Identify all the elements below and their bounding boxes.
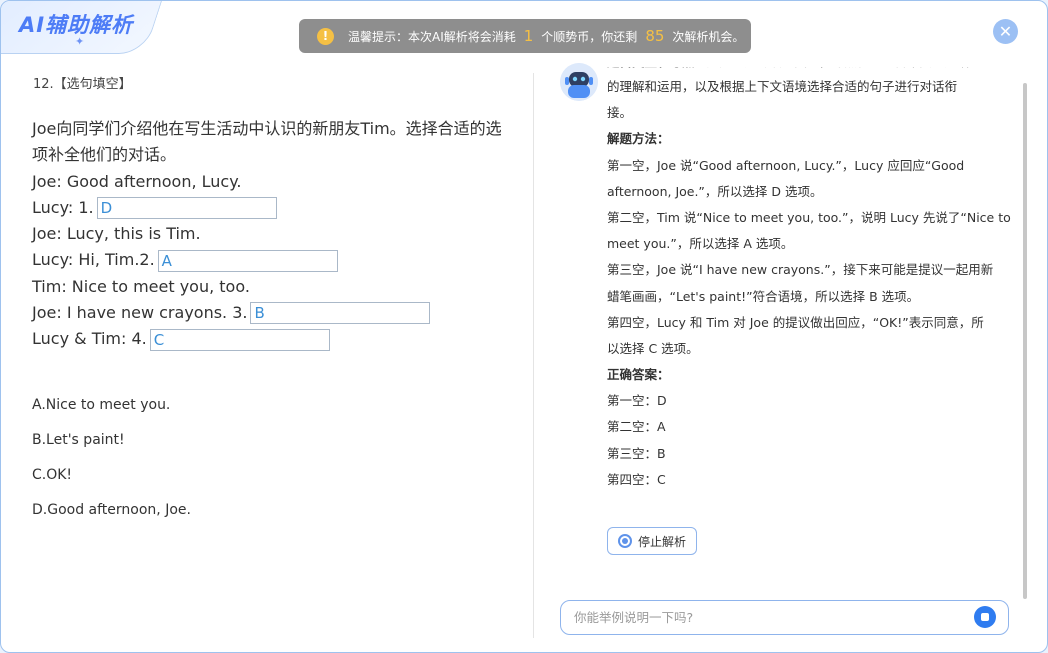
stop-analysis-button[interactable]: 停止解析 xyxy=(607,527,697,555)
blank-4-input[interactable]: C xyxy=(149,328,330,351)
toast-suffix: 次解析机会。 xyxy=(672,29,745,44)
analysis-heading-answer: 正确答案： xyxy=(607,367,670,383)
analysis-line: 第三空，Joe 说“I have new crayons.”，接下来可能是提议一… xyxy=(607,262,994,278)
option-list: A.Nice to meet you. B.Let's paint! C.OK!… xyxy=(32,394,191,534)
analysis-content: 题目类型和考点：此题为选句填空类型，考点在于对日常交际用语 的理解和运用，以及根… xyxy=(607,54,1011,493)
panel-divider xyxy=(533,73,534,638)
option-d: D.Good afternoon, Joe. xyxy=(32,502,191,518)
warning-icon: ! xyxy=(317,27,334,45)
analysis-line: 第二空，Tim 说“Nice to meet you, too.”，说明 Luc… xyxy=(607,209,1011,225)
robot-icon xyxy=(560,63,598,101)
sparkle-icon: ✦ xyxy=(75,35,85,48)
analysis-line: 第四空，Lucy 和 Tim 对 Joe 的提议做出回应，“OK!”表示同意，所 xyxy=(607,314,984,330)
analysis-line: afternoon, Joe.”，所以选择 D 选项。 xyxy=(607,183,823,199)
scroll-fade xyxy=(541,53,1021,67)
stop-icon xyxy=(618,534,632,548)
toast-remaining: 85 xyxy=(645,27,665,45)
analysis-line: 的理解和运用，以及根据上下文语境选择合适的句子进行对话衔 xyxy=(607,79,958,94)
send-button[interactable] xyxy=(974,606,996,628)
question-body: Joe向同学们介绍他在写生活动中认识的新朋友Tim。选择合适的选 项补全他们的对… xyxy=(32,116,522,353)
chat-input[interactable] xyxy=(560,600,1009,635)
toast-cost: 1 xyxy=(523,27,534,45)
analysis-line: 以选择 C 选项。 xyxy=(607,340,699,356)
analysis-line: 蜡笔画画，“Let's paint!”符合语境，所以选择 B 选项。 xyxy=(607,288,920,304)
question-line: Lucy: 1. D xyxy=(32,195,522,221)
answer-line: 第二空：A xyxy=(607,419,666,435)
scrollbar[interactable] xyxy=(1023,83,1027,599)
blank-1-input[interactable]: D xyxy=(96,197,277,220)
toast-notice: ! 温馨提示：本次AI解析将会消耗 1 个顺势币，你还剩 85 次解析机会。 xyxy=(299,19,751,53)
question-line: 项补全他们的对话。 xyxy=(32,145,177,165)
close-button[interactable]: ✕ xyxy=(993,19,1018,44)
toast-prefix: 温馨提示：本次AI解析将会消耗 xyxy=(348,29,516,44)
blank-3-input[interactable]: B xyxy=(250,302,431,325)
question-line: Joe: Good afternoon, Lucy. xyxy=(32,171,242,191)
toast-middle: 个顺势币，你还剩 xyxy=(541,29,638,44)
analysis-heading-method: 解题方法： xyxy=(607,131,670,147)
question-line: Joe向同学们介绍他在写生活动中认识的新朋友Tim。选择合适的选 xyxy=(32,119,502,138)
option-a: A.Nice to meet you. xyxy=(32,397,171,413)
option-c: C.OK! xyxy=(32,467,73,483)
send-icon xyxy=(981,613,989,621)
analysis-line: 接。 xyxy=(607,105,633,121)
option-b: B.Let's paint! xyxy=(32,432,125,448)
question-line: Lucy & Tim: 4. C xyxy=(32,326,522,352)
answer-line: 第三空：B xyxy=(607,445,666,461)
question-line: Joe: I have new crayons. 3. B xyxy=(32,300,522,326)
answer-line: 第一空：D xyxy=(607,393,667,409)
close-icon: ✕ xyxy=(998,22,1013,41)
analysis-line: meet you.”，所以选择 A 选项。 xyxy=(607,236,794,252)
robot-avatar xyxy=(560,63,598,101)
answer-line: 第四空：C xyxy=(607,471,666,487)
question-title: 12.【选句填空】 xyxy=(33,77,132,92)
blank-2-input[interactable]: A xyxy=(157,249,338,272)
question-line: Tim: Nice to meet you, too. xyxy=(32,276,250,296)
question-line: Lucy: Hi, Tim.2. A xyxy=(32,247,522,273)
analysis-line: 第一空，Joe 说“Good afternoon, Lucy.”，Lucy 应回… xyxy=(607,157,965,173)
question-line: Joe: Lucy, this is Tim. xyxy=(32,224,201,244)
stop-analysis-label: 停止解析 xyxy=(638,534,687,549)
ai-analysis-dialog: AI辅助解析 ✦ ! 温馨提示：本次AI解析将会消耗 1 个顺势币，你还剩 85… xyxy=(0,0,1048,653)
